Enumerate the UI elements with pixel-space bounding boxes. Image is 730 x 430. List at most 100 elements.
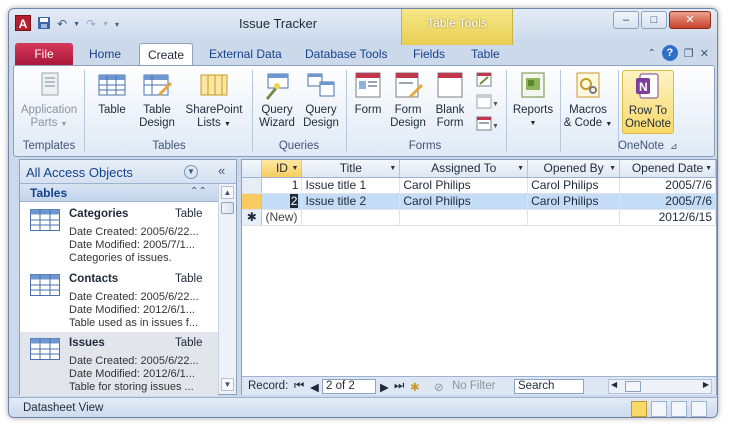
redo-dropdown-icon[interactable]: ▼ (102, 21, 109, 28)
row-selector[interactable] (242, 177, 263, 194)
query-wizard-button[interactable]: Query Wizard (256, 70, 298, 130)
tab-fields[interactable]: Fields (405, 43, 453, 65)
collapse-group-icon[interactable]: ⌃⌃ (190, 186, 207, 197)
cell-assigned-to[interactable]: Carol Philips (399, 193, 529, 210)
column-header-opened-date[interactable]: Opened Date ▼ (619, 160, 716, 178)
column-header-assigned-to[interactable]: Assigned To ▼ (399, 160, 529, 178)
cell-opened-date[interactable]: 2005/7/6 (619, 177, 716, 194)
cell-id[interactable]: 1 (261, 177, 303, 194)
nav-item-categories[interactable]: Categories Table Date Created: 2005/6/22… (20, 203, 218, 267)
query-design-button[interactable]: Query Design (300, 70, 342, 130)
collapse-ribbon-icon[interactable]: ⌃ (648, 48, 656, 59)
first-record-icon[interactable]: ⏮ (294, 380, 304, 393)
blank-form-button[interactable]: Blank Form (432, 70, 468, 130)
table-row[interactable]: 2 Issue title 2 Carol Philips Carol Phil… (242, 193, 716, 210)
pivot-table-view-icon[interactable] (651, 401, 667, 417)
save-icon[interactable] (37, 16, 51, 33)
tab-database-tools[interactable]: Database Tools (297, 43, 396, 65)
customize-qat-icon[interactable]: ▾ (115, 20, 119, 29)
scroll-right-icon[interactable]: ▶ (703, 380, 709, 389)
scroll-left-icon[interactable]: ◀ (611, 380, 617, 389)
chevron-down-icon[interactable]: ▼ (184, 165, 198, 179)
close-button[interactable]: ✕ (669, 11, 711, 29)
cell-assigned-to[interactable] (399, 209, 529, 226)
cell-opened-by[interactable]: Carol Philips (527, 177, 621, 194)
chevron-down-icon[interactable]: ▼ (705, 165, 712, 172)
search-input[interactable]: Search (514, 379, 584, 394)
next-record-icon[interactable]: ▶ (380, 380, 389, 394)
column-header-title[interactable]: Title ▼ (301, 160, 401, 178)
previous-record-icon[interactable]: ◀ (310, 380, 319, 394)
scroll-thumb[interactable] (221, 202, 234, 214)
form-button[interactable]: Form (350, 70, 386, 117)
cell-title[interactable] (301, 209, 401, 226)
form-wizard-icon[interactable] (476, 72, 498, 90)
design-view-icon[interactable] (691, 401, 707, 417)
column-header-id[interactable]: ID ▼ (261, 160, 303, 178)
column-header-label: ID (275, 161, 288, 176)
nav-group-tables[interactable]: Tables ⌃⌃ (20, 184, 218, 202)
more-forms-icon[interactable]: ▼ (476, 116, 499, 134)
cell-assigned-to[interactable]: Carol Philips (399, 177, 529, 194)
new-record-icon[interactable]: ✱ (242, 209, 263, 226)
tab-table[interactable]: Table (463, 43, 508, 65)
collapse-pane-icon[interactable]: « (218, 163, 225, 178)
navigation-form-icon[interactable]: ▼ (476, 94, 499, 112)
nav-item-issues[interactable]: Issues Table Date Created: 2005/6/22... … (20, 332, 218, 396)
tab-file[interactable]: File (15, 43, 73, 65)
chevron-down-icon[interactable]: ▼ (389, 165, 396, 172)
filter-icon[interactable]: ⊘ (434, 380, 444, 394)
cell-id[interactable]: 2 (261, 193, 303, 210)
dialog-launcher-icon[interactable]: ⊿ (670, 141, 678, 152)
chevron-down-icon[interactable]: ▼ (609, 165, 616, 172)
tab-create[interactable]: Create (139, 43, 194, 65)
chevron-down-icon[interactable]: ▼ (292, 165, 299, 172)
horizontal-scrollbar[interactable]: ◀ ▶ (608, 379, 712, 394)
column-header-opened-by[interactable]: Opened By ▼ (527, 160, 621, 178)
undo-dropdown-icon[interactable]: ▼ (73, 21, 80, 28)
cell-opened-by[interactable] (527, 209, 621, 226)
new-record-nav-icon[interactable]: ✱ (410, 380, 420, 394)
restore-window-icon[interactable]: ❐ (684, 47, 694, 60)
reports-button[interactable]: Reports ▼ (510, 70, 556, 130)
cell-opened-date[interactable]: 2005/7/6 (619, 193, 716, 210)
access-app-icon[interactable]: A (15, 15, 31, 31)
new-record-row[interactable]: ✱ (New) 2012/6/15 (242, 209, 716, 226)
macros-code-button[interactable]: Macros & Code ▼ (562, 70, 614, 131)
nav-item-contacts[interactable]: Contacts Table Date Created: 2005/6/22..… (20, 268, 218, 332)
chevron-down-icon[interactable]: ▼ (517, 165, 524, 172)
tab-external-data[interactable]: External Data (201, 43, 290, 65)
undo-icon[interactable]: ↶ (57, 17, 67, 31)
tab-home[interactable]: Home (81, 43, 129, 65)
minimize-button[interactable]: – (613, 11, 639, 29)
table-button[interactable]: Table (92, 70, 132, 117)
row-selector[interactable] (242, 193, 263, 210)
maximize-button[interactable]: □ (641, 11, 667, 29)
group-forms-label: Forms (408, 140, 442, 152)
scroll-down-icon[interactable]: ▼ (221, 378, 234, 391)
current-record-input[interactable]: 2 of 2 (322, 379, 376, 394)
row-to-onenote-button[interactable]: N Row To OneNote (622, 70, 674, 134)
cell-opened-date[interactable]: 2012/6/15 (619, 209, 716, 226)
select-all-corner[interactable] (242, 160, 263, 178)
pivot-chart-view-icon[interactable] (671, 401, 687, 417)
form-design-button[interactable]: Form Design (388, 70, 428, 130)
cell-opened-by[interactable]: Carol Philips (527, 193, 621, 210)
close-database-icon[interactable]: ✕ (700, 47, 709, 60)
table-row[interactable]: 1 Issue title 1 Carol Philips Carol Phil… (242, 177, 716, 194)
scroll-thumb[interactable] (625, 381, 641, 392)
cell-title[interactable]: Issue title 2 (301, 193, 401, 210)
nav-scrollbar[interactable]: ▲ ▼ (218, 184, 236, 394)
cell-id[interactable]: (New) (261, 209, 303, 226)
no-filter-indicator[interactable]: No Filter (452, 380, 495, 392)
nav-pane-header[interactable]: All Access Objects ▼ « (20, 160, 236, 184)
help-icon[interactable]: ? (661, 45, 678, 61)
last-record-icon[interactable]: ⏭ (394, 380, 404, 393)
application-parts-button[interactable]: Application Parts ▼ (20, 70, 78, 131)
cell-title[interactable]: Issue title 1 (301, 177, 401, 194)
table-design-button[interactable]: Table Design (136, 70, 178, 130)
scroll-up-icon[interactable]: ▲ (221, 186, 234, 199)
redo-icon[interactable]: ↷ (86, 17, 96, 31)
datasheet-view-icon[interactable] (631, 401, 647, 417)
sharepoint-lists-button[interactable]: SharePoint Lists ▼ (182, 70, 246, 131)
